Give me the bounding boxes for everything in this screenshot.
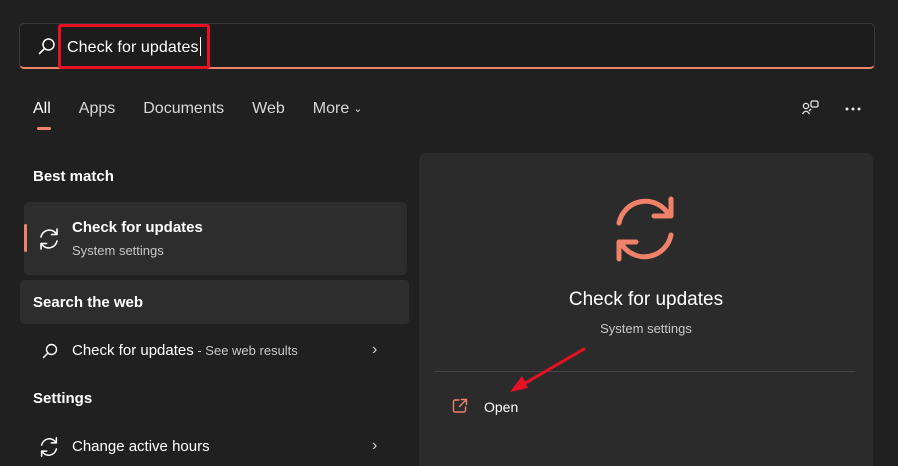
tab-all[interactable]: All [33, 100, 51, 130]
filter-tabs: All Apps Documents Web More ⌄ [33, 100, 390, 130]
settings-result-item[interactable]: Change active hours › [24, 427, 407, 466]
web-result-suffix: - See web results [193, 343, 298, 358]
tab-more[interactable]: More ⌄ [313, 100, 363, 124]
search-icon [38, 38, 55, 55]
web-result-label: Check for updates - See web results [72, 342, 298, 359]
tab-web[interactable]: Web [252, 100, 285, 124]
detail-subtitle: System settings [600, 321, 692, 336]
best-match-header: Best match [33, 168, 114, 185]
open-external-icon [452, 398, 468, 413]
divider [435, 371, 855, 372]
detail-panel: Check for updates System settings Open [419, 153, 873, 466]
text-caret [199, 37, 201, 56]
chevron-down-icon: ⌄ [353, 103, 363, 115]
tab-more-label: More [312, 100, 350, 117]
open-label: Open [484, 399, 519, 415]
selection-indicator [24, 224, 27, 252]
best-match-title: Check for updates [72, 219, 203, 236]
refresh-icon [40, 437, 58, 457]
detail-title: Check for updates [568, 289, 724, 310]
search-box[interactable]: Check for updates [19, 23, 875, 69]
open-button[interactable]: Open [451, 397, 551, 419]
more-icon[interactable] [842, 98, 864, 120]
best-match-item[interactable]: Check for updates System settings [24, 202, 407, 275]
tab-apps[interactable]: Apps [79, 100, 115, 124]
best-match-subtitle: System settings [72, 243, 164, 258]
refresh-icon [40, 228, 58, 250]
search-icon [42, 343, 58, 359]
settings-result-title: Change active hours [72, 438, 210, 455]
search-input[interactable]: Check for updates [67, 37, 201, 57]
web-result-item[interactable]: Check for updates - See web results › [24, 332, 407, 372]
search-web-header: Search the web [33, 294, 144, 311]
chevron-right-icon: › [372, 437, 378, 454]
tab-documents[interactable]: Documents [143, 100, 224, 124]
chevron-right-icon: › [372, 341, 378, 358]
settings-header: Settings [33, 390, 93, 407]
web-result-title: Check for updates [72, 342, 194, 359]
refresh-icon [616, 196, 674, 262]
share-icon[interactable] [800, 98, 822, 120]
search-query-text: Check for updates [67, 39, 199, 56]
